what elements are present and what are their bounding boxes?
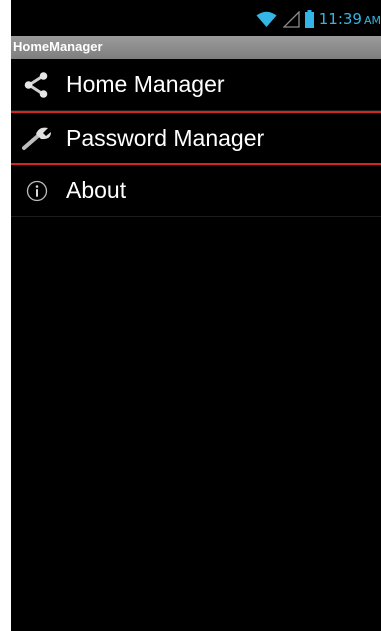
menu-item-home-manager[interactable]: Home Manager [11,59,381,111]
menu-item-label: Home Manager [66,71,225,97]
menu-item-password-manager[interactable]: Password Manager [11,111,381,165]
app-title: HomeManager [13,39,103,54]
info-icon [19,173,55,209]
clock-ampm: AM [363,14,381,27]
menu-list: Home Manager Password Manager About [11,59,381,217]
share-icon [19,67,55,103]
wrench-icon [19,120,55,156]
battery-icon [304,10,314,28]
title-bar: HomeManager [11,36,381,59]
wifi-icon [256,11,277,27]
status-clock: 11:39 AM [319,10,381,28]
status-icons: 11:39 AM [256,8,381,30]
signal-icon [282,10,300,28]
clock-time: 11:39 [318,10,362,28]
app-screen: 11:39 AM HomeManager Home Manager Passwo… [11,0,381,631]
status-bar: 11:39 AM [11,0,381,34]
menu-item-label: About [66,177,127,203]
menu-item-label: Password Manager [66,124,265,151]
menu-item-about[interactable]: About [11,165,381,217]
